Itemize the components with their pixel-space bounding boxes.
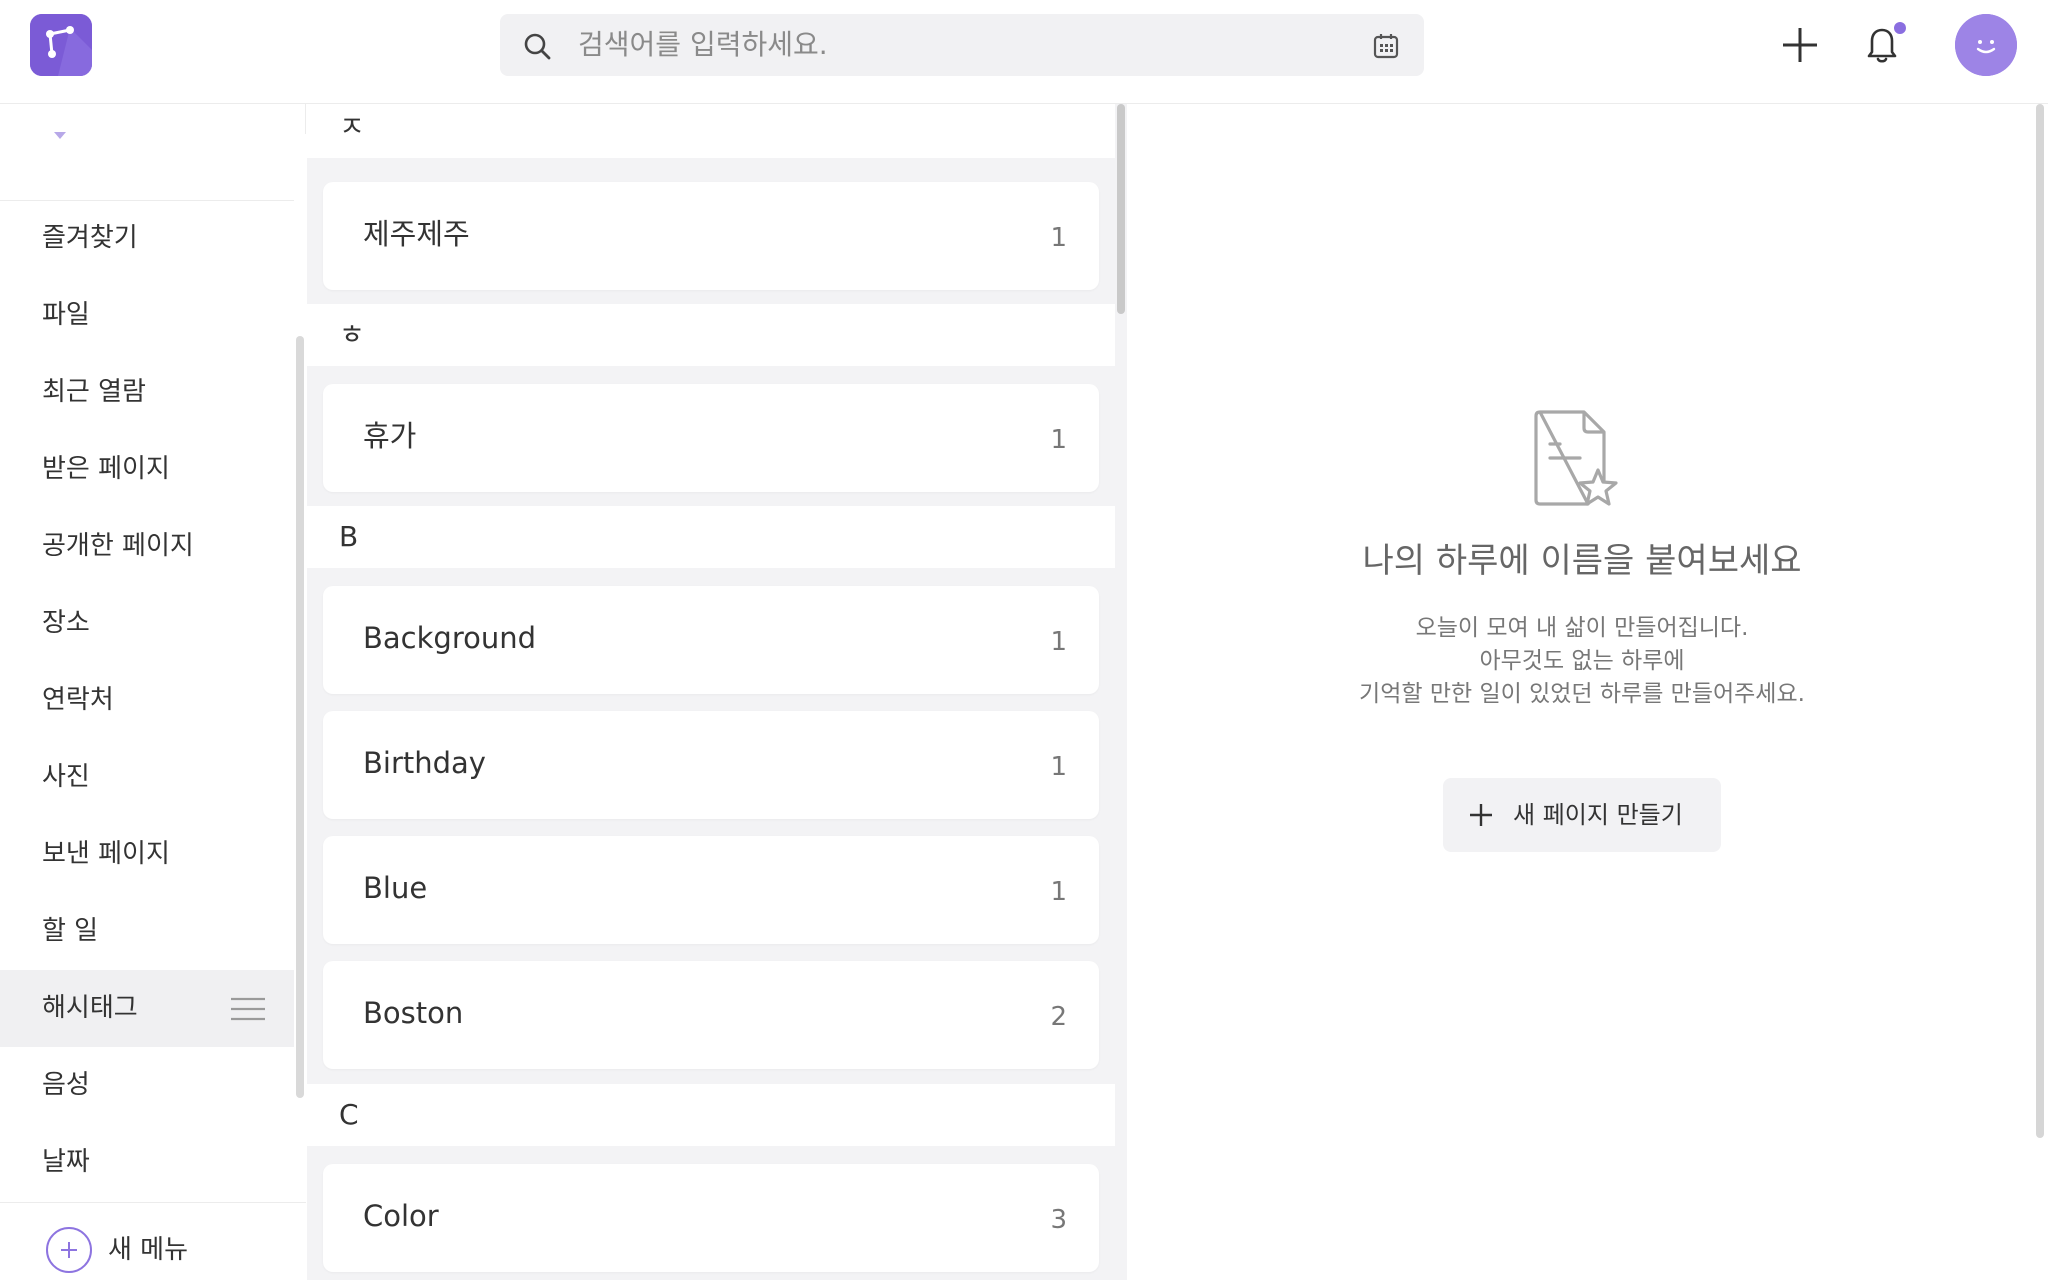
user-avatar[interactable] xyxy=(1955,14,2017,76)
group-header: ㅎ xyxy=(307,304,1115,366)
create-new-page-label: 새 페이지 만들기 xyxy=(1513,801,1683,829)
add-circle-icon xyxy=(46,1227,92,1273)
sidebar-item-files[interactable]: 파일 xyxy=(0,277,294,354)
hashtag-count: 2 xyxy=(1050,1002,1067,1032)
calendar-icon[interactable] xyxy=(1372,32,1400,60)
detail-scrollbar[interactable] xyxy=(2036,104,2044,1138)
plus-icon xyxy=(1470,804,1492,826)
sidebar-item-hashtags[interactable]: 해시태그 xyxy=(0,970,294,1047)
empty-state-line: 아무것도 없는 하루에 xyxy=(1479,648,1685,674)
sidebar-item-recent[interactable]: 최근 열람 xyxy=(0,354,294,431)
hashtag-name: 제주제주 xyxy=(363,217,470,251)
sidebar-item-sent-pages[interactable]: 보낸 페이지 xyxy=(0,816,294,893)
hashtag-name: Background xyxy=(363,621,537,655)
sidebar-item-favorites[interactable]: 즐겨찾기 xyxy=(0,200,294,277)
empty-state-title: 나의 하루에 이름을 붙여보세요 xyxy=(1362,541,1802,581)
hashtag-item[interactable]: Color 3 xyxy=(323,1164,1099,1272)
sidebar-item-dates[interactable]: 날짜 xyxy=(0,1124,294,1201)
list-scrollbar[interactable] xyxy=(1117,104,1125,314)
empty-state-line: 기억할 만한 일이 있었던 하루를 만들어주세요. xyxy=(1359,681,1805,707)
hashtag-count: 1 xyxy=(1050,425,1067,455)
sidebar-item-label: 날짜 xyxy=(42,1147,90,1177)
sidebar-item-places[interactable]: 장소 xyxy=(0,585,294,662)
sidebar-item-label: 연락처 xyxy=(42,685,114,715)
hashtag-count: 1 xyxy=(1050,223,1067,253)
app-logo[interactable] xyxy=(30,14,92,76)
hashtag-count: 1 xyxy=(1050,627,1067,657)
sidebar-item-label: 사진 xyxy=(42,762,90,792)
create-new-page-button[interactable]: 새 페이지 만들기 xyxy=(1443,778,1721,852)
top-bar: 검색어를 입력하세요. xyxy=(0,0,2048,104)
hashtag-item[interactable]: Blue 1 xyxy=(323,836,1099,944)
hashtag-list: ㅈ 제주제주 1 ㅎ 휴가 1 B Background 1 Birthday … xyxy=(307,104,1115,1280)
search-placeholder[interactable]: 검색어를 입력하세요. xyxy=(578,14,828,76)
sidebar: 즐겨찾기 파일 최근 열람 받은 페이지 공개한 페이지 장소 연락처 사진 보… xyxy=(0,104,306,1280)
hashtag-name: Blue xyxy=(363,871,428,905)
hamburger-menu-icon[interactable] xyxy=(230,994,266,1024)
empty-state-line: 오늘이 모여 내 삶이 만들어집니다. xyxy=(1415,615,1749,641)
document-star-icon xyxy=(1534,410,1618,506)
sidebar-item-label: 공개한 페이지 xyxy=(42,531,194,561)
sidebar-item-voice[interactable]: 음성 xyxy=(0,1047,294,1124)
hashtag-item[interactable]: 제주제주 1 xyxy=(323,182,1099,290)
sidebar-item-label: 해시태그 xyxy=(42,993,138,1023)
add-icon[interactable] xyxy=(1780,25,1820,65)
group-header: ㅈ xyxy=(307,104,1115,158)
hashtag-count: 3 xyxy=(1050,1205,1067,1235)
hashtag-name: Birthday xyxy=(363,746,486,780)
sidebar-item-label: 파일 xyxy=(42,300,90,330)
sidebar-item-label: 할 일 xyxy=(42,916,99,946)
collapse-caret-icon[interactable] xyxy=(54,132,66,139)
sidebar-item-photos[interactable]: 사진 xyxy=(0,739,294,816)
sidebar-item-label: 받은 페이지 xyxy=(42,454,170,484)
hashtag-name: 휴가 xyxy=(363,419,417,453)
sidebar-menu: 즐겨찾기 파일 최근 열람 받은 페이지 공개한 페이지 장소 연락처 사진 보… xyxy=(0,200,294,1201)
sidebar-item-public-pages[interactable]: 공개한 페이지 xyxy=(0,508,294,585)
group-header: B xyxy=(307,506,1115,568)
empty-state-description: 오늘이 모여 내 삶이 만들어집니다. 아무것도 없는 하루에 기억할 만한 일… xyxy=(1127,612,2037,711)
sidebar-item-todo[interactable]: 할 일 xyxy=(0,893,294,970)
hashtag-count: 1 xyxy=(1050,752,1067,782)
sidebar-item-label: 음성 xyxy=(42,1070,90,1100)
sidebar-item-label: 즐겨찾기 xyxy=(42,223,138,253)
smiley-avatar-icon xyxy=(1955,14,2017,76)
new-menu-label: 새 메뉴 xyxy=(108,1235,189,1265)
sidebar-item-received-pages[interactable]: 받은 페이지 xyxy=(0,431,294,508)
sidebar-item-label: 보낸 페이지 xyxy=(42,839,170,869)
hashtag-item[interactable]: Boston 2 xyxy=(323,961,1099,1069)
hashtag-item[interactable]: Birthday 1 xyxy=(323,711,1099,819)
logo-icon xyxy=(30,14,92,76)
sidebar-item-label: 최근 열람 xyxy=(42,377,146,407)
hashtag-name: Boston xyxy=(363,996,464,1030)
hashtag-item[interactable]: 휴가 1 xyxy=(323,384,1099,492)
sidebar-scrollbar[interactable] xyxy=(296,336,304,1098)
search-icon xyxy=(524,33,551,60)
group-header: C xyxy=(307,1084,1115,1146)
sidebar-item-contacts[interactable]: 연락처 xyxy=(0,662,294,739)
hashtag-item[interactable]: Background 1 xyxy=(323,586,1099,694)
new-menu-button[interactable]: 새 메뉴 xyxy=(0,1202,306,1280)
hashtag-name: Color xyxy=(363,1199,439,1233)
sidebar-item-label: 장소 xyxy=(42,608,90,638)
notification-dot xyxy=(1894,22,1906,34)
hashtag-count: 1 xyxy=(1050,877,1067,907)
search-bar[interactable]: 검색어를 입력하세요. xyxy=(500,14,1424,76)
